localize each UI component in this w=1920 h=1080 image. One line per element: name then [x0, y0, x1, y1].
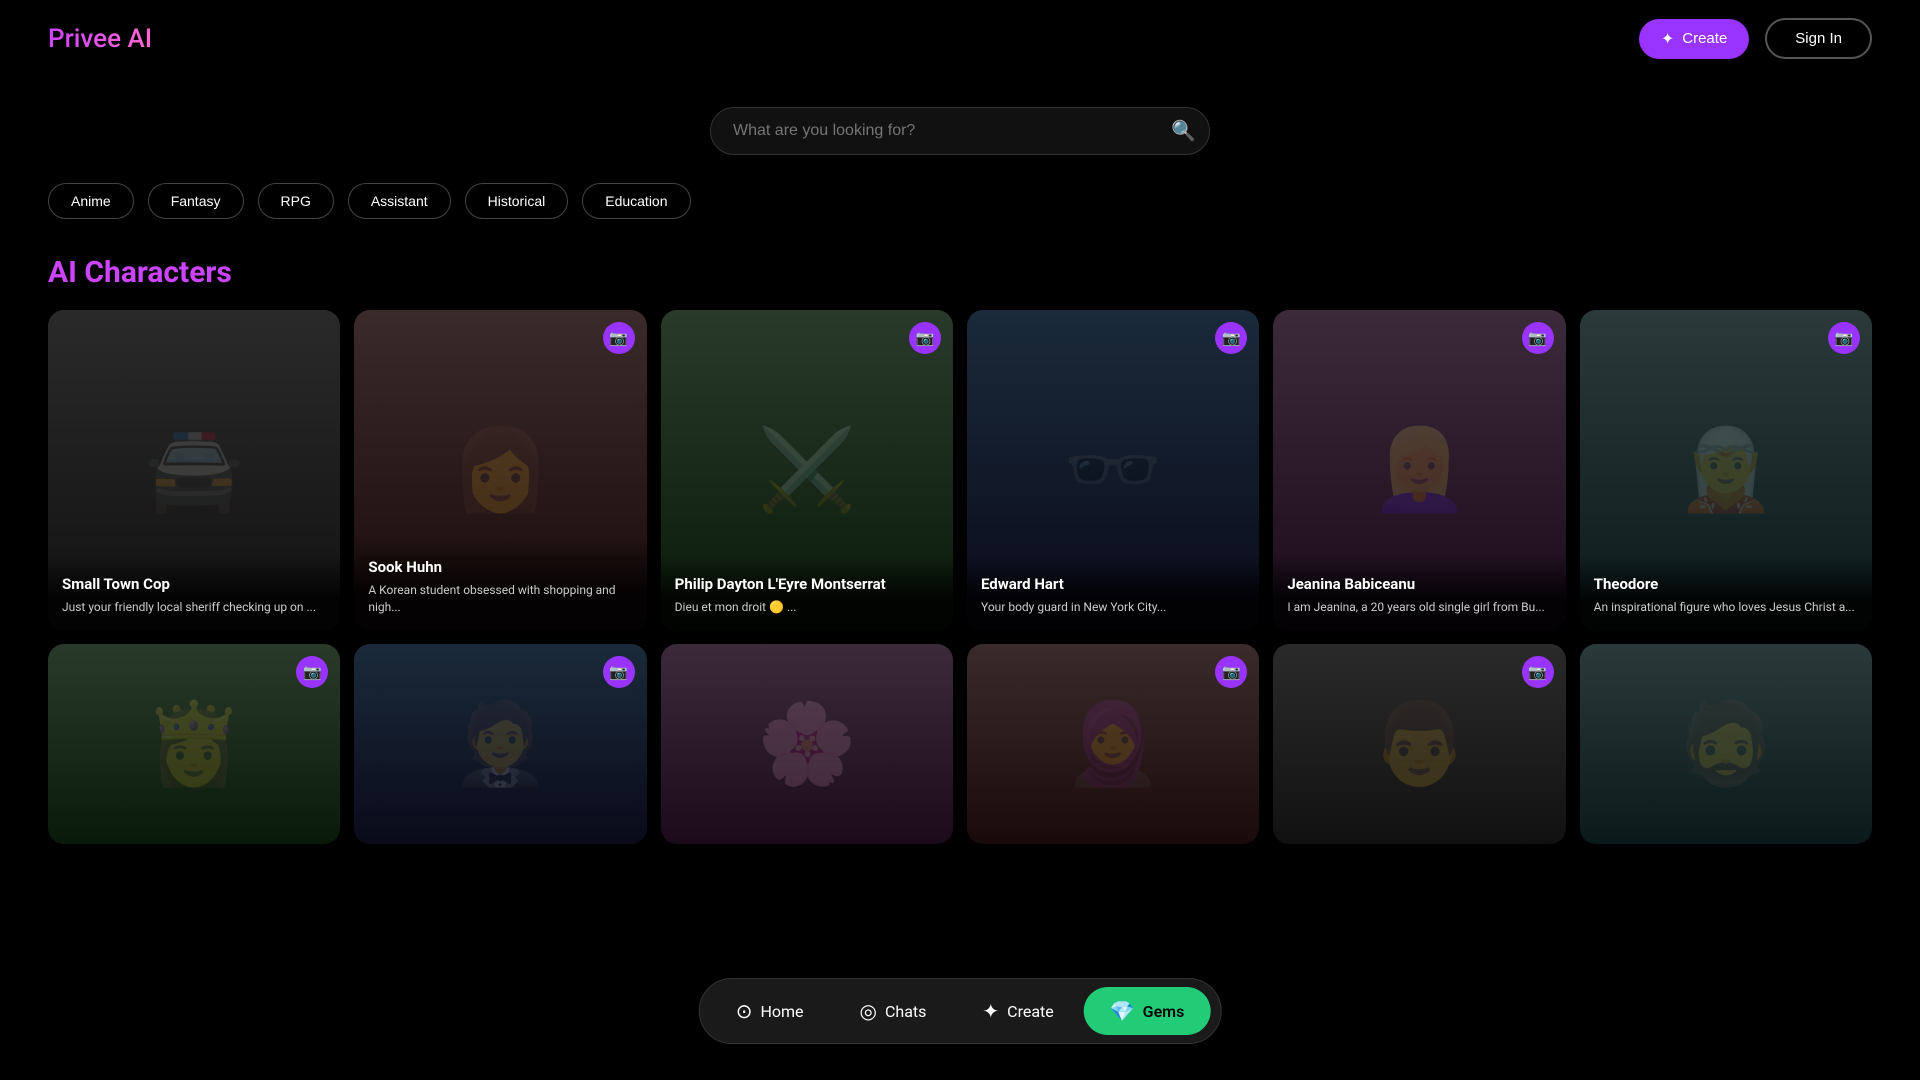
search-icon: 🔍 [1171, 121, 1196, 143]
create-nav-icon: ✦ [982, 999, 999, 1023]
camera-icon-2: 📷 [603, 322, 635, 354]
card-r2-2[interactable]: 🤵 📷 [354, 644, 646, 844]
cards-grid-row1: 🚔 Small Town Cop Just your friendly loca… [0, 310, 1920, 630]
nav-home[interactable]: ⊙ Home [710, 987, 830, 1035]
card-overlay-5: Jeanina Babiceanu I am Jeanina, a 20 yea… [1273, 555, 1565, 630]
create-button[interactable]: ✦ Create [1639, 19, 1749, 59]
nav-gems[interactable]: 💎 Gems [1084, 987, 1211, 1035]
card-overlay-1: Small Town Cop Just your friendly local … [48, 555, 340, 630]
search-section: 🔍 [0, 107, 1920, 155]
card-desc-5: I am Jeanina, a 20 years old single girl… [1287, 599, 1551, 616]
card-jeanina[interactable]: 👱‍♀️ 📷 Jeanina Babiceanu I am Jeanina, a… [1273, 310, 1565, 630]
nav-home-label: Home [760, 1002, 803, 1021]
app-logo: Privee AI [48, 24, 152, 54]
header: Privee AI ✦ Create Sign In [0, 0, 1920, 77]
card-desc-6: An inspirational figure who loves Jesus … [1594, 599, 1858, 616]
camera-icon-r2-2: 📷 [603, 656, 635, 688]
search-button[interactable]: 🔍 [1171, 119, 1196, 144]
home-icon: ⊙ [736, 999, 753, 1023]
card-overlay-2: Sook Huhn A Korean student obsessed with… [354, 538, 646, 630]
nav-create[interactable]: ✦ Create [956, 987, 1079, 1035]
nav-create-label: Create [1007, 1002, 1054, 1021]
filter-assistant[interactable]: Assistant [348, 183, 451, 219]
camera-icon-3: 📷 [909, 322, 941, 354]
card-desc-3: Dieu et mon droit 🟡 ... [675, 599, 939, 616]
filter-education[interactable]: Education [582, 183, 690, 219]
filter-tags: Anime Fantasy RPG Assistant Historical E… [0, 183, 1920, 219]
card-r2-6[interactable]: 🧔 [1580, 644, 1872, 844]
card-sook-huhn[interactable]: 👩 📷 Sook Huhn A Korean student obsessed … [354, 310, 646, 630]
card-r2-1[interactable]: 👸 📷 [48, 644, 340, 844]
filter-rpg[interactable]: RPG [258, 183, 334, 219]
card-desc-4: Your body guard in New York City... [981, 599, 1245, 616]
camera-icon-6: 📷 [1828, 322, 1860, 354]
chats-icon: ◎ [860, 999, 877, 1023]
card-philip-dayton[interactable]: ⚔️ 📷 Philip Dayton L'Eyre Montserrat Die… [661, 310, 953, 630]
card-name-6: Theodore [1594, 575, 1858, 595]
card-theodore[interactable]: 🧝 📷 Theodore An inspirational figure who… [1580, 310, 1872, 630]
camera-icon-r2-5: 📷 [1522, 656, 1554, 688]
card-small-town-cop[interactable]: 🚔 Small Town Cop Just your friendly loca… [48, 310, 340, 630]
card-overlay-3: Philip Dayton L'Eyre Montserrat Dieu et … [661, 555, 953, 630]
filter-fantasy[interactable]: Fantasy [148, 183, 244, 219]
bottom-navigation: ⊙ Home ◎ Chats ✦ Create 💎 Gems [699, 978, 1222, 1044]
sparkle-icon: ✦ [1661, 29, 1674, 49]
nav-chats-label: Chats [885, 1002, 926, 1021]
card-name-3: Philip Dayton L'Eyre Montserrat [675, 575, 939, 595]
camera-icon-5: 📷 [1522, 322, 1554, 354]
search-bar-container: 🔍 [710, 107, 1210, 155]
card-r2-4[interactable]: 🧕 📷 [967, 644, 1259, 844]
card-art-r2-3: 🌸 [661, 644, 953, 844]
card-r2-3[interactable]: 🌸 [661, 644, 953, 844]
header-actions: ✦ Create Sign In [1639, 18, 1872, 59]
card-edward-hart[interactable]: 🕶️ 📷 Edward Hart Your body guard in New … [967, 310, 1259, 630]
nav-gems-label: Gems [1143, 1002, 1185, 1021]
cards-grid-row2: 👸 📷 🤵 📷 🌸 🧕 📷 👨 📷 🧔 [0, 644, 1920, 844]
card-desc-1: Just your friendly local sheriff checkin… [62, 599, 326, 616]
card-name-1: Small Town Cop [62, 575, 326, 595]
filter-anime[interactable]: Anime [48, 183, 134, 219]
card-art-r2-6: 🧔 [1580, 644, 1872, 844]
card-overlay-6: Theodore An inspirational figure who lov… [1580, 555, 1872, 630]
card-overlay-4: Edward Hart Your body guard in New York … [967, 555, 1259, 630]
filter-historical[interactable]: Historical [465, 183, 569, 219]
card-name-2: Sook Huhn [368, 558, 632, 578]
card-r2-5[interactable]: 👨 📷 [1273, 644, 1565, 844]
section-title: AI Characters [0, 255, 1920, 290]
gems-icon: 💎 [1110, 999, 1135, 1023]
card-desc-2: A Korean student obsessed with shopping … [368, 582, 632, 616]
card-name-4: Edward Hart [981, 575, 1245, 595]
card-name-5: Jeanina Babiceanu [1287, 575, 1551, 595]
search-input[interactable] [710, 107, 1210, 155]
nav-chats[interactable]: ◎ Chats [834, 987, 953, 1035]
signin-button[interactable]: Sign In [1765, 18, 1872, 59]
